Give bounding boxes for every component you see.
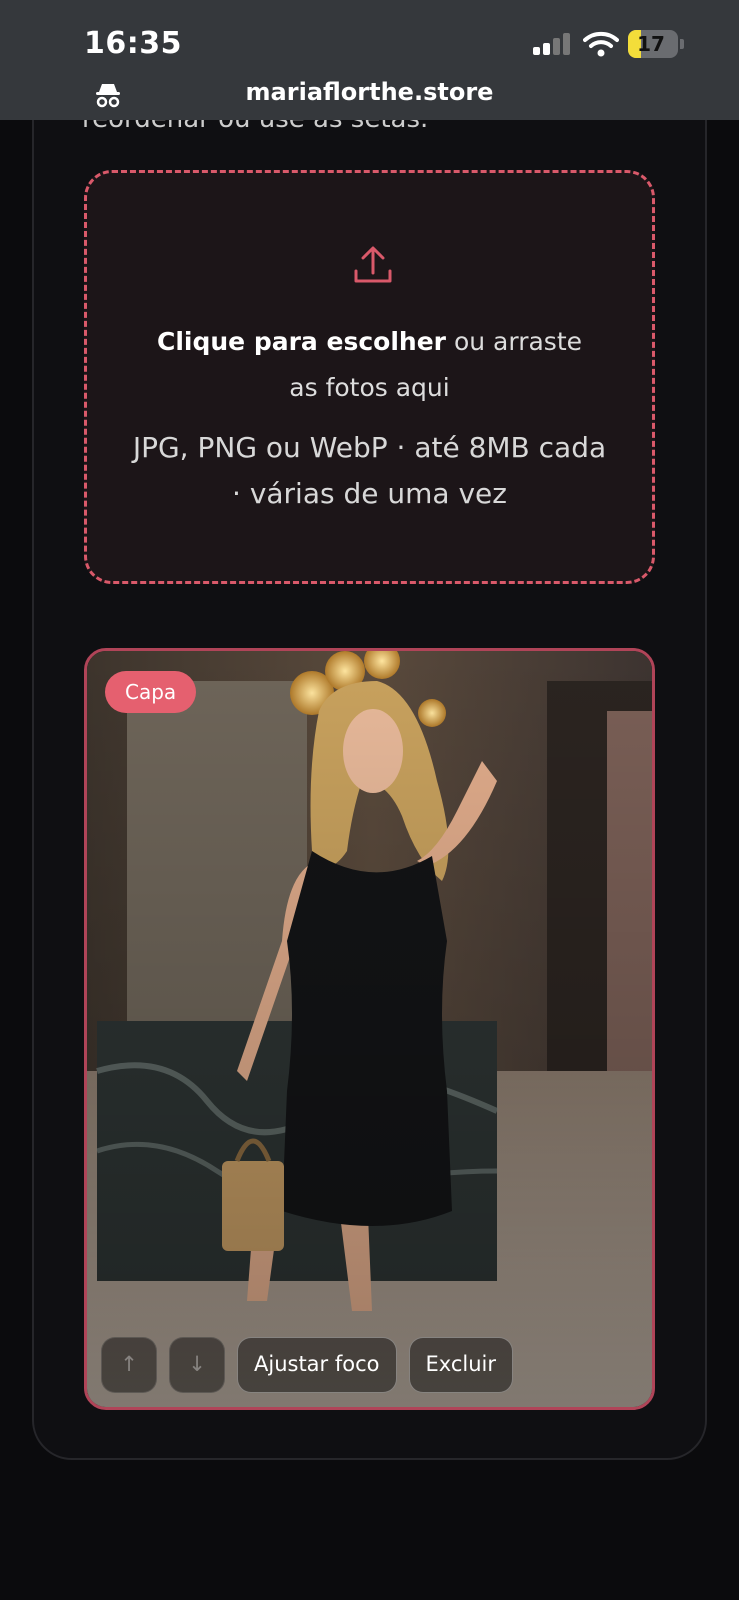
battery-icon: 17: [628, 30, 684, 58]
move-down-button[interactable]: ↓: [169, 1337, 225, 1393]
cellular-signal-icon: [533, 33, 571, 55]
delete-button[interactable]: Excluir: [408, 1337, 513, 1393]
uploaded-photo: [87, 651, 652, 1407]
clock: 16:35: [84, 26, 182, 61]
wifi-icon: [583, 31, 619, 57]
move-up-button[interactable]: ↑: [101, 1337, 157, 1393]
dropzone-cta-bold[interactable]: Clique para escolher: [157, 327, 446, 356]
cover-badge: Capa: [105, 671, 197, 713]
dropzone-cta: Clique para escolher ou arraste as fotos…: [87, 319, 652, 411]
photo-card[interactable]: Capa ↑ ↓ Ajustar foco Excluir: [84, 648, 655, 1410]
url-bar[interactable]: mariaflorthe.store: [0, 78, 739, 106]
battery-level: 17: [637, 32, 665, 56]
photo-dropzone[interactable]: Clique para escolher ou arraste as fotos…: [84, 170, 655, 584]
dropzone-hint: JPG, PNG ou WebP · até 8MB cada · várias…: [132, 431, 607, 510]
upload-icon: [354, 246, 392, 283]
photo-controls: ↑ ↓ Ajustar foco Excluir: [101, 1337, 513, 1393]
status-bar: 16:35 17 mariaflorthe.store: [0, 0, 739, 120]
adjust-focus-button[interactable]: Ajustar foco: [237, 1337, 397, 1393]
